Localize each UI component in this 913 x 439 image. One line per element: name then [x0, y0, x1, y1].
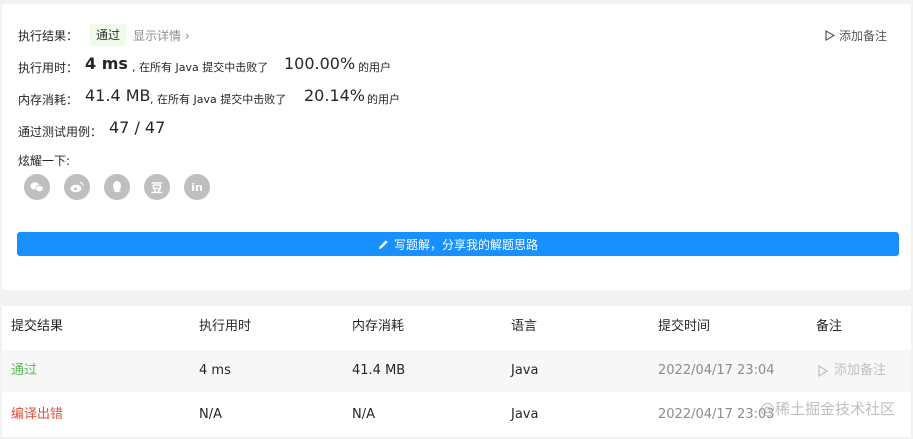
memory-value: 41.4 MB [85, 86, 151, 105]
runtime-beat-text: , 在所有 Java 提交中击败了 [132, 61, 269, 74]
memory-label: 内存消耗： [18, 93, 79, 107]
flag-icon [825, 30, 835, 41]
row-submit-time: 2022/04/17 23:03 [658, 407, 775, 422]
header-note: 备注 [816, 319, 843, 334]
header-submit-time: 提交时间 [658, 319, 711, 334]
chevron-right-icon: › [184, 29, 190, 43]
tests-label: 通过测试用例： [18, 125, 103, 139]
show-details-text: 显示详情 [133, 29, 182, 43]
wechat-glyph [30, 182, 44, 193]
row-language: Java [511, 363, 539, 378]
result-card: 执行结果： 通过 显示详情 › 添加备注 执行用时： 4 ms , 在所有 Ja… [2, 4, 911, 290]
row-submit-time: 2022/04/17 23:04 [658, 363, 775, 378]
add-note-label: 添加备注 [838, 29, 887, 43]
runtime-value: 4 ms [85, 54, 128, 73]
memory-percent: 20.14% [304, 86, 366, 105]
write-solution-button[interactable]: 写题解，分享我的解题思路 [17, 232, 899, 256]
runtime-label: 执行用时： [18, 61, 79, 75]
table-row[interactable]: 通过 4 ms 41.4 MB Java 2022/04/17 23:04 添加… [2, 350, 911, 392]
show-details-link[interactable]: 显示详情 › [133, 27, 190, 44]
runtime-suffix: 的用户 [358, 61, 391, 74]
row-memory: N/A [352, 407, 375, 422]
linkedin-glyph: in [191, 180, 203, 194]
weibo-glyph [70, 181, 84, 193]
qq-icon[interactable] [104, 174, 130, 200]
header-language: 语言 [511, 319, 538, 334]
header-status: 提交结果 [11, 319, 64, 334]
row-status-compile-error[interactable]: 编译出错 [11, 394, 63, 436]
memory-suffix: 的用户 [367, 93, 400, 106]
wechat-icon[interactable] [24, 174, 50, 200]
tests-value: 47 / 47 [109, 118, 166, 137]
row-memory: 41.4 MB [352, 363, 406, 378]
memory-beat-text: , 在所有 Java 提交中击败了 [150, 93, 287, 106]
write-solution-label: 写题解，分享我的解题思路 [393, 237, 538, 252]
status-badge: 通过 [90, 24, 127, 46]
table-header: 提交结果 执行用时 内存消耗 语言 提交时间 备注 [2, 306, 911, 348]
header-runtime: 执行用时 [199, 319, 252, 334]
exec-result-label: 执行结果： [18, 29, 79, 43]
row-add-note-button[interactable]: 添加备注 [818, 350, 886, 392]
row-runtime: 4 ms [199, 363, 231, 378]
add-note-button[interactable]: 添加备注 [825, 27, 887, 44]
douban-icon[interactable]: 豆 [144, 174, 170, 200]
header-memory: 内存消耗 [352, 319, 405, 334]
watermark: @稀土掘金技术社区 [759, 400, 895, 418]
flag-icon [818, 365, 828, 377]
weibo-icon[interactable] [64, 174, 90, 200]
row-add-note-label: 添加备注 [834, 363, 887, 378]
linkedin-icon[interactable]: in [184, 174, 210, 200]
douban-glyph: 豆 [150, 180, 163, 195]
row-runtime: N/A [199, 407, 222, 422]
share-label: 炫耀一下: [18, 154, 71, 168]
qq-glyph [112, 181, 122, 193]
row-status-pass[interactable]: 通过 [11, 350, 37, 392]
runtime-percent: 100.00% [284, 54, 356, 73]
pencil-icon [378, 239, 388, 249]
row-language: Java [511, 407, 539, 422]
